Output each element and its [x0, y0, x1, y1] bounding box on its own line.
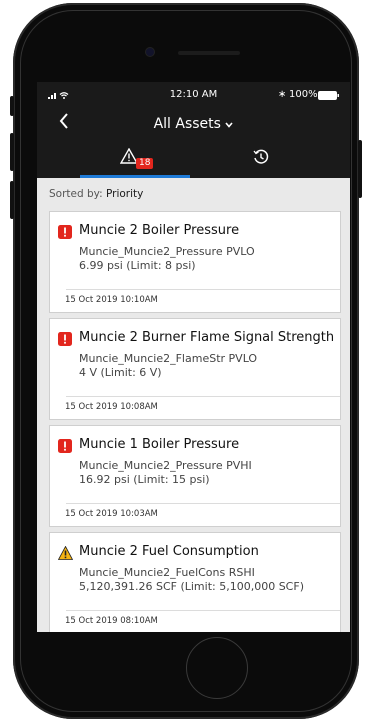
alarm-card[interactable]: Muncie 2 Fuel Consumption Muncie_Muncie2…	[49, 532, 341, 632]
alarm-card[interactable]: Muncie 2 Boiler Pressure Muncie_Muncie2_…	[49, 211, 341, 313]
card-divider	[66, 503, 340, 504]
card-divider	[66, 396, 340, 397]
alarm-tag: Muncie_Muncie2_Pressure PVLO	[79, 245, 255, 258]
alarm-tag: Muncie_Muncie2_Pressure PVHI	[79, 459, 252, 472]
volume-down-button	[10, 181, 14, 219]
chevron-down-icon	[225, 116, 234, 132]
sort-value: Priority	[105, 188, 144, 200]
alarm-timestamp: 15 Oct 2019 10:08AM	[65, 402, 158, 412]
alarm-card[interactable]: Muncie 2 Burner Flame Signal Strength Mu…	[49, 318, 341, 420]
alarm-tag: Muncie_Muncie2_FlameStr PVLO	[79, 352, 258, 365]
active-tab-indicator	[80, 175, 190, 178]
alarm-title: Muncie 2 Fuel Consumption	[79, 544, 259, 559]
battery-icon	[318, 91, 340, 103]
card-divider	[66, 610, 340, 611]
page-title: All Assets	[153, 116, 221, 132]
alarm-value: 6.99 psi (Limit: 8 psi)	[79, 259, 196, 272]
history-clock-icon	[253, 149, 269, 169]
home-button[interactable]	[186, 637, 248, 699]
critical-alarm-icon	[58, 224, 72, 239]
tab-history[interactable]	[207, 144, 317, 178]
alarm-timestamp: 15 Oct 2019 10:03AM	[65, 509, 158, 519]
front-camera	[146, 48, 154, 56]
mute-switch	[10, 96, 14, 116]
alarm-value: 4 V (Limit: 6 V)	[79, 366, 162, 379]
volume-up-button	[10, 133, 14, 171]
app-header: 12:10 AM ∗ 100% All Assets 18	[37, 82, 350, 178]
power-button	[358, 140, 362, 198]
tab-alarms[interactable]: 18	[80, 144, 190, 178]
alarm-value: 16.92 psi (Limit: 15 psi)	[79, 473, 210, 486]
critical-alarm-icon	[58, 331, 72, 346]
earpiece-speaker	[178, 51, 240, 55]
critical-alarm-icon	[58, 438, 72, 453]
battery-percent: 100%	[289, 89, 318, 100]
alarm-card[interactable]: Muncie 1 Boiler Pressure Muncie_Muncie2_…	[49, 425, 341, 527]
alarm-count-badge: 18	[136, 158, 154, 169]
alarm-value: 5,120,391.26 SCF (Limit: 5,100,000 SCF)	[79, 580, 304, 593]
bluetooth-icon: ∗	[278, 89, 287, 100]
alarm-timestamp: 15 Oct 2019 10:10AM	[65, 295, 158, 305]
app-screen: 12:10 AM ∗ 100% All Assets 18 Sorted by:…	[37, 82, 350, 632]
warning-alarm-icon	[57, 545, 74, 560]
alarm-title: Muncie 2 Burner Flame Signal Strength	[79, 330, 335, 345]
sort-label[interactable]: Sorted by: Priority	[49, 188, 143, 200]
alarm-tag: Muncie_Muncie2_FuelCons RSHI	[79, 566, 255, 579]
alarm-title: Muncie 2 Boiler Pressure	[79, 223, 240, 238]
asset-selector[interactable]: All Assets	[37, 116, 350, 132]
sort-prefix: Sorted by:	[49, 188, 103, 200]
alarm-timestamp: 15 Oct 2019 08:10AM	[65, 616, 158, 626]
alarm-title: Muncie 1 Boiler Pressure	[79, 437, 240, 452]
card-divider	[66, 289, 340, 290]
